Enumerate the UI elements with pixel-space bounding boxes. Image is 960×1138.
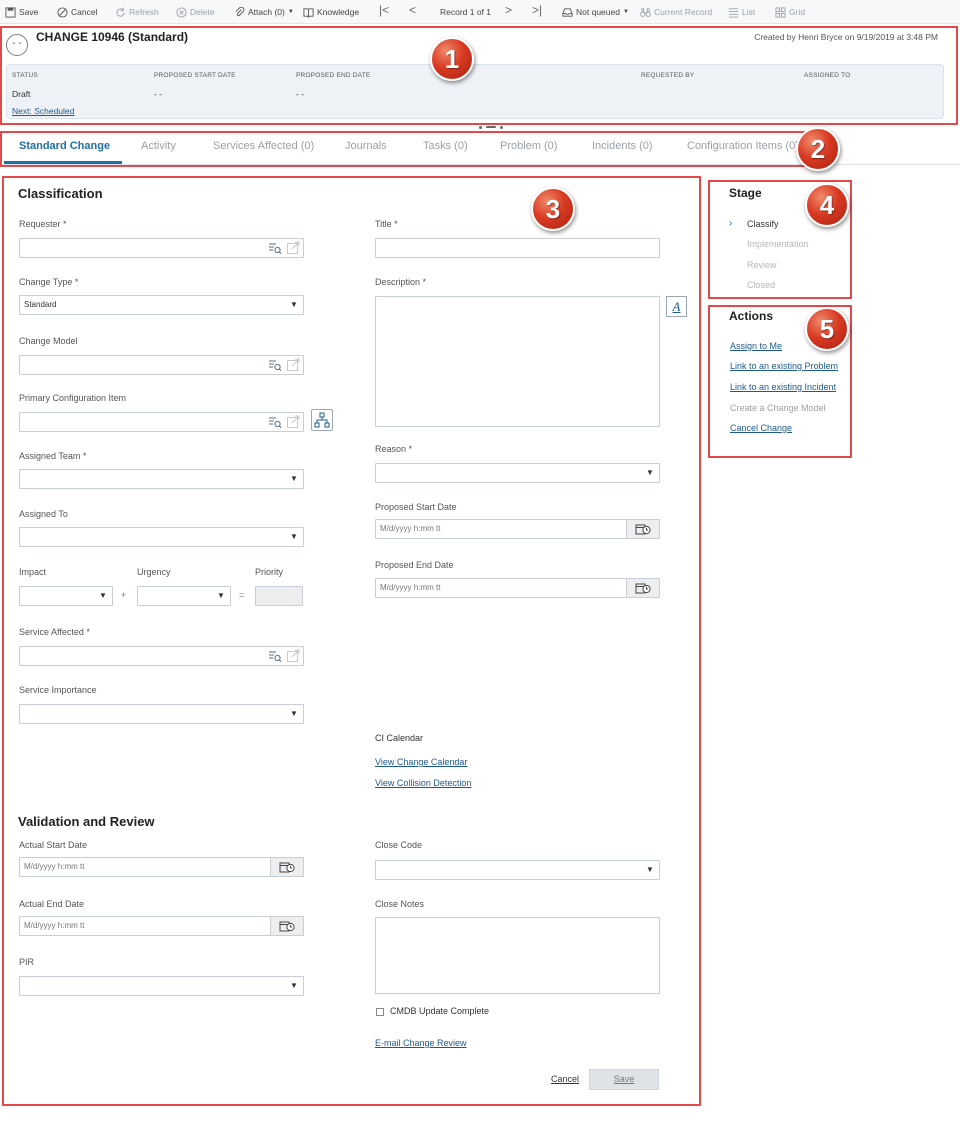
queue-toolbar-label: Not queued bbox=[576, 7, 620, 17]
delete-icon bbox=[176, 6, 187, 18]
refresh-toolbar-label: Refresh bbox=[129, 7, 159, 17]
last-record-button[interactable]: >| bbox=[532, 3, 542, 17]
list-icon bbox=[728, 7, 739, 18]
callout-badge-5: 5 bbox=[805, 307, 849, 351]
queue-toolbar-button[interactable]: Not queued ▼ bbox=[562, 5, 629, 19]
inbox-icon bbox=[562, 7, 573, 17]
grip-dot bbox=[500, 125, 503, 129]
record-counter-label: Record 1 of 1 bbox=[440, 7, 492, 17]
delete-toolbar-button[interactable]: Delete bbox=[176, 5, 215, 19]
grip-dot bbox=[479, 125, 482, 129]
next-record-icon: > bbox=[505, 3, 513, 17]
cancel-icon bbox=[57, 6, 68, 18]
next-record-button[interactable]: > bbox=[505, 3, 512, 17]
callout-badge-2: 2 bbox=[796, 127, 840, 171]
knowledge-toolbar-label: Knowledge bbox=[317, 7, 360, 17]
callout-badge-1: 1 bbox=[430, 37, 474, 81]
delete-toolbar-label: Delete bbox=[190, 7, 215, 17]
previous-record-button[interactable]: < bbox=[409, 3, 416, 17]
save-toolbar-button[interactable]: Save bbox=[5, 5, 38, 19]
grip-bar bbox=[486, 126, 496, 128]
highlight-box-tabs bbox=[0, 131, 806, 167]
save-toolbar-label: Save bbox=[19, 7, 39, 17]
knowledge-toolbar-button[interactable]: Knowledge bbox=[303, 5, 359, 19]
grid-view-button[interactable]: Grid bbox=[775, 5, 805, 19]
list-view-label: List bbox=[742, 7, 756, 17]
paperclip-icon bbox=[235, 6, 245, 16]
caret-down-icon: ▼ bbox=[287, 9, 294, 15]
cancel-toolbar-label: Cancel bbox=[71, 7, 98, 17]
caret-down-icon: ▼ bbox=[622, 9, 629, 15]
binoculars-icon bbox=[640, 7, 651, 17]
attach-toolbar-label: Attach (0) bbox=[248, 7, 285, 17]
cancel-toolbar-button[interactable]: Cancel bbox=[57, 5, 97, 19]
current-record-label: Current Record bbox=[654, 7, 713, 17]
grid-view-label: Grid bbox=[789, 7, 806, 17]
last-record-icon: >| bbox=[532, 3, 543, 17]
first-record-button[interactable]: |< bbox=[379, 3, 389, 17]
callout-badge-3: 3 bbox=[531, 187, 575, 231]
toolbar: Save Cancel Refresh Delete Attach (0) ▼ … bbox=[0, 0, 960, 24]
first-record-icon: |< bbox=[379, 3, 390, 17]
previous-record-icon: < bbox=[409, 3, 417, 17]
book-icon bbox=[303, 7, 314, 18]
attach-toolbar-button[interactable]: Attach (0) ▼ bbox=[234, 5, 294, 19]
list-view-button[interactable]: List bbox=[728, 5, 755, 19]
refresh-toolbar-button[interactable]: Refresh bbox=[115, 5, 159, 19]
current-record-toolbar-button[interactable]: Current Record bbox=[640, 5, 712, 19]
highlight-box-header bbox=[0, 26, 958, 125]
save-icon bbox=[5, 6, 16, 18]
callout-badge-4: 4 bbox=[805, 183, 849, 227]
highlight-box-form bbox=[2, 176, 701, 1106]
record-counter: Record 1 of 1 bbox=[440, 5, 491, 19]
grid-icon bbox=[775, 6, 786, 18]
refresh-icon bbox=[116, 7, 125, 17]
